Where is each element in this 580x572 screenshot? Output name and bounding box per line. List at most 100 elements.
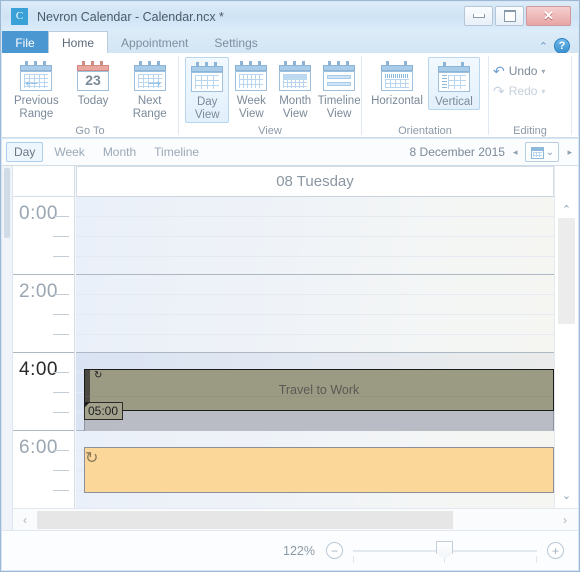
vertical-scroll-thumb[interactable] (558, 218, 575, 324)
close-button[interactable]: ✕ (526, 6, 571, 26)
redo-dropdown-icon[interactable]: ▾ (541, 87, 545, 96)
redo-button[interactable]: ↷ Redo ▾ (489, 81, 571, 101)
week-view-label-2: View (238, 108, 264, 120)
redo-arrow-icon: ↷ (493, 82, 505, 99)
calendar-vertical-scrollbar[interactable]: ⌃ ⌄ (554, 166, 578, 508)
minimize-icon (465, 7, 492, 25)
prev-date-icon[interactable]: ◂ (513, 147, 518, 158)
time-gutter-header (13, 166, 74, 197)
zoom-slider-notch (536, 555, 537, 563)
horizontal-button[interactable]: Horizontal (366, 57, 428, 108)
calendar-picker-icon (530, 146, 544, 159)
appointment-drag-ghost[interactable] (84, 411, 554, 433)
time-slot-2[interactable]: 2:00 (13, 275, 74, 353)
maximize-button[interactable] (495, 6, 524, 26)
zoom-slider[interactable] (353, 539, 537, 563)
zoom-out-button[interactable]: − (326, 542, 343, 559)
horizontal-scroll-thumb[interactable] (37, 510, 453, 529)
undo-dropdown-icon[interactable]: ▾ (541, 67, 545, 76)
tick (53, 490, 69, 491)
sub-divider (76, 236, 554, 237)
maximize-icon (496, 7, 523, 25)
today-button[interactable]: 23 Today (65, 57, 122, 108)
date-range-label: 8 December 2015 (409, 145, 505, 159)
hscroll-left-icon[interactable]: ‹ (13, 513, 37, 527)
week-view-button[interactable]: Week View (229, 57, 273, 121)
ribbon-group-orientation-label: Orientation (398, 124, 452, 137)
recurrence-icon: ↻ (85, 450, 99, 467)
zoom-slider-thumb[interactable] (436, 540, 453, 560)
tick (53, 294, 69, 295)
next-date-icon[interactable]: ▸ (567, 147, 572, 158)
date-navigation: 8 December 2015 ◂ ⌄ ▸ (410, 142, 578, 162)
ribbon-group-editing-label: Editing (513, 124, 547, 137)
title-bar: C Nevron Calendar - Calendar.ncx * ✕ (2, 2, 578, 31)
ribbon-group-view-items: Day View Week View Month View Timeline V… (179, 53, 361, 123)
month-view-label-2: View (282, 108, 308, 120)
chevron-down-icon: ⌄ (545, 146, 555, 158)
time-slot-4[interactable]: 4:00 (13, 353, 74, 431)
sub-divider (76, 314, 554, 315)
appointment-travel-to-work[interactable]: ↻ Travel to Work (84, 369, 554, 411)
undo-button[interactable]: ↷ Undo ▾ (489, 61, 571, 81)
calendar-today-icon: 23 (76, 61, 110, 92)
week-view-label-1: Week (236, 95, 266, 107)
horizontal-scroll-track[interactable] (37, 510, 552, 530)
tab-home[interactable]: Home (48, 31, 109, 54)
ribbon-separator-4 (571, 56, 572, 135)
calendar-month-icon (278, 61, 312, 92)
tab-settings[interactable]: Settings (201, 31, 270, 54)
sub-divider (76, 334, 554, 335)
calendar-timeline-icon (322, 61, 356, 92)
tick (53, 450, 69, 451)
time-slot-0[interactable]: 0:00 (13, 197, 74, 275)
ribbon-group-goto-items: ← Previous Range 23 Today → Next Range (2, 53, 178, 123)
appointment-orange[interactable]: ↻ (84, 447, 554, 493)
sub-divider (76, 256, 554, 257)
hscroll-right-icon[interactable]: › (552, 513, 578, 527)
vertical-label: Vertical (435, 96, 473, 108)
vertical-button[interactable]: Vertical (428, 57, 480, 110)
help-icon[interactable]: ? (554, 38, 570, 54)
hour-row-0[interactable] (76, 197, 554, 275)
day-header[interactable]: 08 Tuesday (76, 166, 554, 197)
undo-label: Undo (508, 64, 538, 78)
day-body[interactable]: ↻ Travel to Work 05:00 ↻ (76, 197, 554, 508)
ribbon-group-goto-label: Go To (75, 124, 105, 137)
previous-range-button[interactable]: ← Previous Range (8, 57, 65, 121)
ribbon-group-editing-items: ↷ Undo ▾ ↷ Redo ▾ (489, 53, 571, 123)
day-view-button[interactable]: Day View (185, 57, 230, 123)
scroll-down-icon[interactable]: ⌄ (555, 486, 578, 504)
next-range-label-2: Range (132, 108, 167, 120)
left-scrollbar-thumb[interactable] (4, 168, 10, 238)
ribbon-tab-strip-right: ⌃ ? (539, 38, 578, 54)
calendar-view: 0:00 2:00 4:00 6:00 08 Tuesday ↻ Travel … (2, 166, 578, 530)
redo-label: Redo (508, 84, 538, 98)
tick (53, 216, 69, 217)
calendar-horizontal-scrollbar[interactable]: ‹ › (13, 508, 578, 530)
hour-row-2[interactable] (76, 275, 554, 353)
tab-file[interactable]: File (2, 31, 48, 54)
zoom-in-button[interactable]: + (547, 542, 564, 559)
scroll-up-icon[interactable]: ⌃ (555, 200, 578, 218)
minimize-button[interactable] (464, 6, 493, 26)
time-slot-6[interactable]: 6:00 (13, 431, 74, 509)
hour-row-6[interactable]: ↻ (76, 431, 554, 508)
viewtab-month[interactable]: Month (96, 143, 143, 161)
collapse-ribbon-icon[interactable]: ⌃ (539, 40, 548, 53)
hour-row-4[interactable]: ↻ Travel to Work 05:00 (76, 353, 554, 433)
date-picker-button[interactable]: ⌄ (525, 142, 560, 162)
next-range-button[interactable]: → Next Range (121, 57, 178, 121)
tick (53, 392, 69, 393)
month-view-button[interactable]: Month View (273, 57, 317, 121)
window-controls: ✕ (464, 6, 571, 26)
viewtab-week[interactable]: Week (47, 143, 91, 161)
tab-appointment[interactable]: Appointment (108, 31, 201, 54)
calendar-week-icon (234, 61, 268, 92)
day-view-label-2: View (194, 109, 220, 121)
timeline-view-button[interactable]: Timeline View (317, 57, 361, 121)
tick (53, 314, 69, 315)
viewtab-day[interactable]: Day (6, 142, 44, 162)
viewtab-timeline[interactable]: Timeline (147, 143, 206, 161)
left-scrollbar[interactable] (2, 166, 13, 530)
